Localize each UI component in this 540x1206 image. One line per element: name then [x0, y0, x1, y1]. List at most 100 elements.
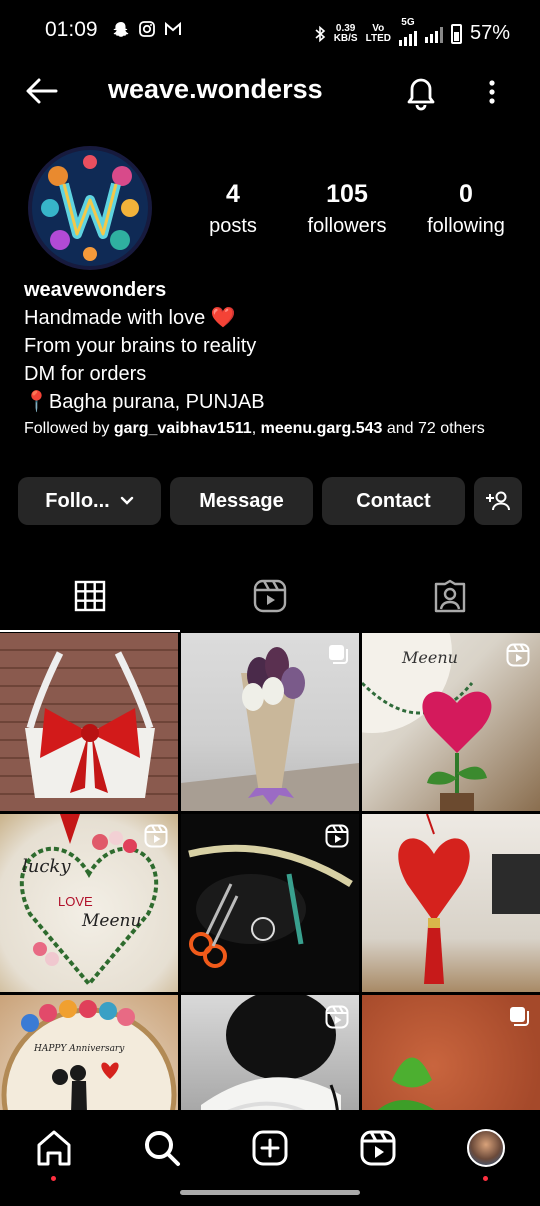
post-thumbnail[interactable]: lucky LOVE Meenu [0, 814, 178, 992]
reel-icon [506, 643, 530, 667]
reels-icon [253, 579, 287, 613]
profile-display-name: weavewonders [24, 279, 167, 301]
signal-icon [398, 28, 417, 46]
nav-home[interactable] [30, 1124, 78, 1181]
weave-logo-icon [32, 150, 148, 266]
heart-keychain-image [398, 814, 540, 984]
post-thumbnail[interactable] [181, 633, 359, 811]
back-button[interactable] [22, 72, 62, 112]
crochet-bag-image [25, 651, 155, 798]
carousel-icon [510, 1007, 529, 1026]
followers-count: 105 [326, 180, 368, 208]
nav-search[interactable] [138, 1124, 186, 1172]
followers-stat[interactable]: 105 followers [276, 180, 418, 238]
notification-icons [112, 20, 182, 38]
chevron-down-icon [120, 496, 133, 505]
profile-avatar[interactable] [28, 146, 152, 270]
reel-icon [144, 824, 168, 848]
notifications-button[interactable] [402, 72, 440, 112]
battery-icon [450, 23, 462, 44]
post-thumbnail[interactable] [181, 814, 359, 992]
bio-location: 📍Bagha purana, PUNJAB [24, 391, 265, 413]
following-stat[interactable]: 0 following [418, 180, 514, 238]
gmail-icon [165, 21, 181, 35]
contact-button[interactable]: Contact [322, 477, 465, 525]
profile-bio: weavewonders Handmade with love ❤️ From … [24, 276, 524, 416]
net-speed: 0.39 KB/S [333, 23, 358, 44]
message-button[interactable]: Message [170, 477, 313, 525]
post-thumbnail[interactable] [0, 633, 178, 811]
tab-reels[interactable] [180, 560, 360, 632]
nav-profile[interactable] [462, 1124, 510, 1181]
volte-bottom: LTED [365, 32, 391, 44]
posts-grid: Meenu lucky LOVE Meenu HAPPY Anniversary [0, 633, 540, 1173]
instagram-small-icon [139, 21, 155, 37]
following-button[interactable]: Follo... [18, 477, 161, 525]
net-speed-unit: KB/S [333, 32, 358, 44]
suggested-users-button[interactable] [474, 477, 522, 525]
svg-text:lucky: lucky [22, 856, 71, 877]
post-thumbnail[interactable]: Meenu [362, 633, 540, 811]
svg-text:LOVE: LOVE [58, 894, 93, 909]
posts-stat[interactable]: 4 posts [190, 180, 276, 238]
status-right: 0.39 KB/S Vo LTED 5G 57% [314, 18, 510, 49]
tab-posts-grid[interactable] [0, 560, 180, 632]
svg-text:HAPPY Anniversary: HAPPY Anniversary [33, 1044, 125, 1054]
follower-link[interactable]: garg_vaibhav1511 [114, 420, 252, 437]
profile-username: weave.wonderss [108, 74, 323, 104]
network-label: 5G [401, 17, 415, 28]
svg-text:Meenu: Meenu [401, 648, 458, 667]
nav-reels[interactable] [354, 1124, 402, 1172]
posts-count: 4 [226, 180, 240, 208]
add-user-icon [486, 491, 510, 511]
bell-icon [407, 78, 435, 111]
following-button-label: Follo... [45, 489, 110, 512]
snapchat-icon [113, 22, 129, 37]
back-arrow-icon [26, 78, 58, 104]
network-type: 5G [398, 17, 417, 49]
following-count: 0 [459, 180, 473, 208]
follower-link[interactable]: meenu.garg.543 [261, 420, 383, 437]
battery-percent: 57% [469, 22, 510, 44]
notification-dot [51, 1176, 56, 1181]
following-label: following [427, 215, 505, 237]
grid-icon [74, 580, 106, 612]
reels-nav-icon [360, 1130, 396, 1166]
signal-icon-2 [424, 25, 443, 43]
status-bar: 01:09 0.39 KB/S Vo LTED 5G 57% [0, 0, 540, 62]
posts-label: posts [209, 215, 257, 237]
followed-by-prefix: Followed by [24, 420, 114, 437]
bluetooth-icon [315, 25, 325, 42]
status-time: 01:09 [45, 18, 98, 41]
tab-tagged[interactable] [360, 560, 540, 632]
contact-button-label: Contact [356, 489, 431, 512]
tagged-icon [434, 579, 466, 613]
nav-create[interactable] [246, 1124, 294, 1172]
reel-icon [325, 1005, 349, 1029]
more-vertical-icon [489, 80, 495, 104]
svg-text:Meenu: Meenu [81, 911, 141, 931]
bio-line: From your brains to reality [24, 335, 257, 357]
notification-dot [483, 1176, 488, 1181]
followed-by-sep: , [251, 420, 261, 437]
home-icon [37, 1130, 71, 1166]
bio-line: DM for orders [24, 363, 147, 385]
profile-avatar-small [467, 1129, 505, 1167]
reel-icon [325, 824, 349, 848]
followed-by-suffix: and 72 others [382, 420, 485, 437]
followed-by[interactable]: Followed by garg_vaibhav1511, meenu.garg… [24, 418, 494, 439]
home-indicator[interactable] [180, 1190, 360, 1195]
bio-line: Handmade with love ❤️ [24, 307, 236, 329]
create-post-icon [252, 1130, 288, 1166]
search-icon [145, 1131, 180, 1166]
top-bar: weave.wonderss [0, 62, 540, 120]
message-button-label: Message [199, 489, 284, 512]
carousel-icon [329, 645, 348, 664]
profile-stats: 4 posts 105 followers 0 following [190, 180, 520, 238]
more-options-button[interactable] [478, 72, 506, 112]
profile-tabs [0, 560, 540, 632]
post-thumbnail[interactable] [362, 814, 540, 992]
followers-label: followers [307, 215, 387, 237]
active-tab-indicator [0, 630, 180, 632]
volte-indicator: Vo LTED [365, 23, 391, 44]
